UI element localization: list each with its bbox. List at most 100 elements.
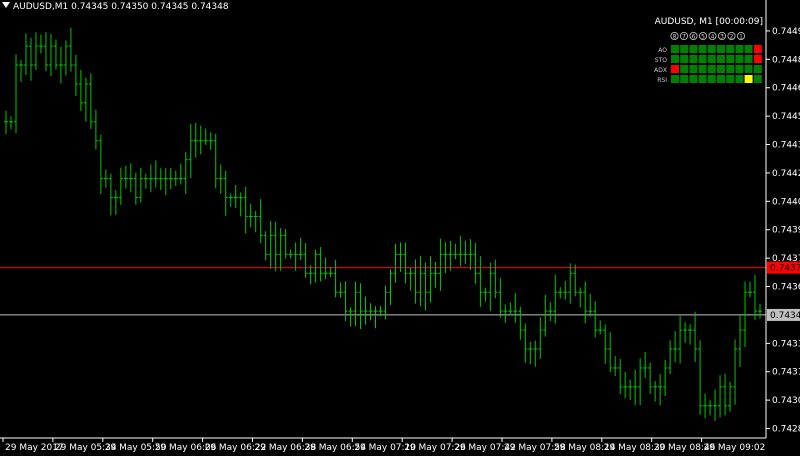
ohlc-bar [488,262,493,312]
y-tick-label: 0.74423 [772,169,800,179]
indicator-cell [671,65,679,73]
ohlc-bar [138,168,143,203]
ohlc-bar [523,323,528,363]
ohlc-bar [333,260,338,298]
ohlc-bar [263,231,268,261]
indicator-cell [671,45,679,53]
indicator-cell [744,65,753,73]
ohlc-bar [453,243,458,260]
ohlc-bar [553,274,558,324]
ohlc-bar [133,172,138,205]
ohlc-bar [203,128,208,145]
ohlc-bar [268,220,273,269]
ohlc-bar [128,163,133,193]
ohlc-bar [73,54,78,97]
column-index-label: 5 [701,34,705,41]
ohlc-bar [273,221,278,272]
y-tick-label: 0.74288 [772,425,800,435]
indicator-cell [753,65,762,73]
ohlc-bar [733,339,738,405]
ohlc-bar [108,173,113,216]
ohlc-bar [458,235,463,267]
indicator-row-label: AO [658,47,667,54]
ohlc-bar [43,32,48,72]
ohlc-bar [153,160,158,188]
price-label: 0.74373 [770,264,800,274]
ohlc-bar [653,381,658,402]
ohlc-bar [493,259,498,299]
ohlc-bar [598,320,603,335]
ohlc-bar [563,281,568,300]
ohlc-bar [728,381,733,412]
ohlc-bar [428,256,433,303]
indicator-row-label: STO [655,57,667,64]
indicator-cell [707,65,716,73]
indicator-cell [726,75,735,83]
ohlc-bar [748,281,753,298]
indicator-cell [717,75,725,83]
ohlc-bar [183,151,188,195]
ohlc-bar [338,282,343,298]
ohlc-bar [693,311,698,363]
ohlc-bar [103,169,108,188]
ohlc-bar [463,240,468,265]
ohlc-bar [33,32,38,70]
ohlc-bar [393,243,398,283]
indicator-cell [698,65,707,73]
y-tick-label: 0.74393 [772,226,800,236]
ohlc-bar [613,356,618,376]
y-tick-label: 0.74453 [772,112,800,122]
ohlc-bar [388,269,393,306]
ohlc-bar [363,296,368,325]
ohlc-bar [208,132,213,150]
ohlc-bar [738,314,743,367]
ohlc-bar [638,358,643,405]
column-index-label: 2 [730,34,734,41]
indicator-cell [689,55,698,63]
ohlc-bar [198,125,203,155]
indicator-cell [717,55,725,63]
ohlc-bar [353,281,358,327]
ohlc-bar [408,267,413,291]
ohlc-bar [158,168,163,190]
ohlc-bar [723,373,728,416]
ohlc-bar [233,184,238,209]
ohlc-bar [238,192,243,217]
ohlc-bar [298,237,303,261]
ohlc-bar [633,369,638,406]
indicator-cell [753,75,762,83]
ohlc-bar [643,352,648,378]
y-tick-label: 0.74468 [772,84,800,94]
indicator-cell [689,75,698,83]
ohlc-bar [118,167,123,205]
column-index-label: 8 [673,34,677,41]
ohlc-bar [313,249,318,283]
indicator-cell [735,75,744,83]
ohlc-bar [88,73,93,130]
indicator-cell [698,75,707,83]
ohlc-bar [188,123,193,179]
indicator-row-label: ADX [654,67,667,74]
ohlc-bar [588,293,593,317]
ohlc-bar [578,287,583,308]
ohlc-bar [423,262,428,311]
ohlc-bar [603,324,608,364]
column-index-label: 4 [711,34,715,41]
ohlc-bar [533,340,538,367]
ohlc-bar [528,341,533,365]
ohlc-bar [308,265,313,285]
ohlc-bar [758,303,762,319]
ohlc-bar [18,60,23,83]
ohlc-bar [443,242,448,274]
ohlc-bar [368,303,373,321]
ohlc-bar [23,33,28,76]
y-tick-label: 0.74363 [772,283,800,293]
ohlc-bar [648,362,653,394]
ohlc-bar [93,109,98,150]
ohlc-bar [58,47,63,84]
ohlc-bar [278,228,283,271]
ohlc-bar [113,190,118,215]
ohlc-bar [503,304,508,323]
y-tick-label: 0.74438 [772,141,800,151]
chart-menu-arrow-icon[interactable] [2,2,11,9]
